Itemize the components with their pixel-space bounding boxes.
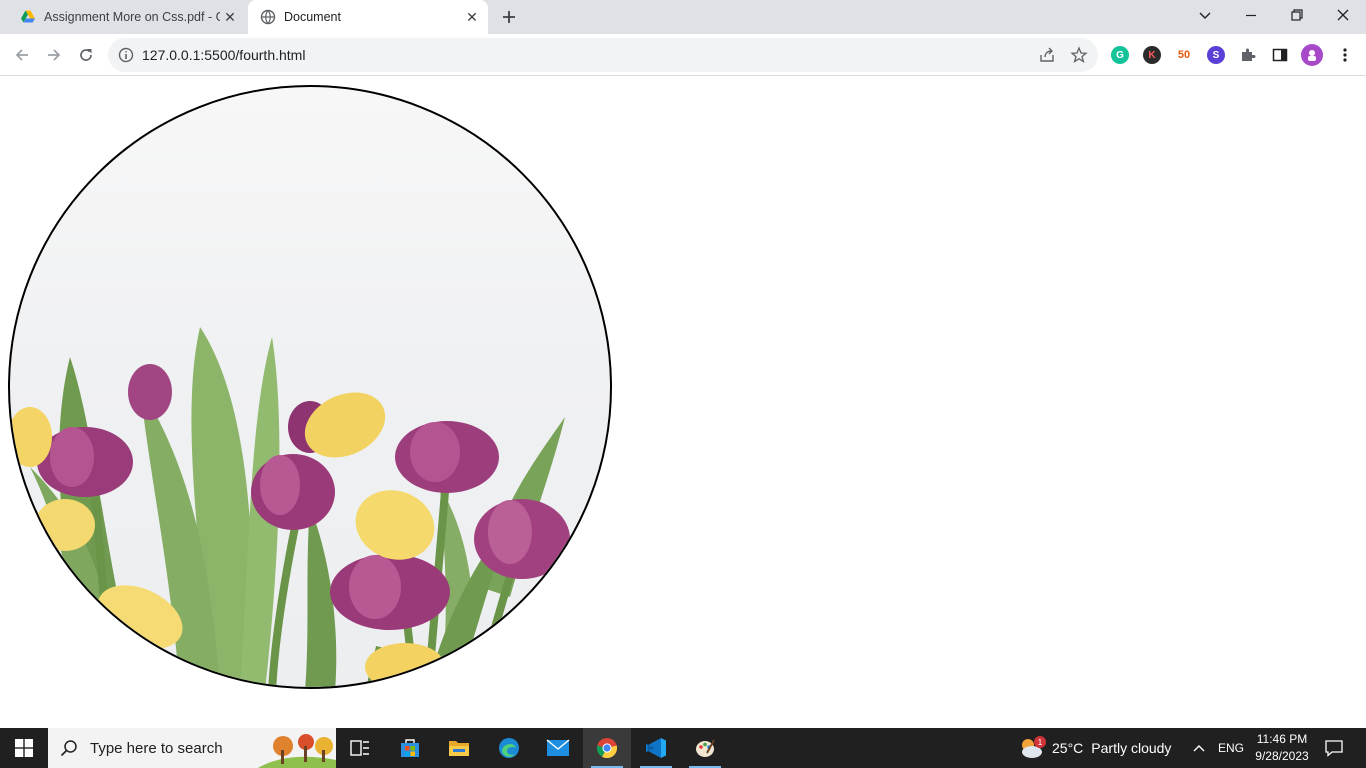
tab-search-button[interactable]: [1182, 0, 1228, 30]
tab-document[interactable]: Document ✕: [248, 0, 488, 34]
paint-glyph: [696, 739, 715, 757]
tab-title: Document: [284, 10, 341, 24]
vscode-icon[interactable]: [632, 728, 680, 768]
chevron-down-icon: [1199, 12, 1211, 19]
side-panel-icon: [1272, 48, 1288, 62]
page-viewport: [0, 77, 1366, 728]
tab-assignment[interactable]: Assignment More on Css.pdf - G ✕: [8, 0, 246, 34]
language-indicator[interactable]: ENG: [1218, 728, 1244, 768]
close-tab-icon[interactable]: ✕: [220, 7, 240, 27]
search-icon: [60, 740, 77, 757]
info-icon[interactable]: [118, 47, 134, 63]
profile-avatar[interactable]: [1301, 44, 1323, 66]
task-view-glyph: [350, 740, 369, 756]
close-icon: [1337, 9, 1349, 21]
menu-dots-icon[interactable]: [1336, 46, 1354, 64]
taskbar-search-box[interactable]: Type here to search: [48, 728, 336, 768]
clock-date: 9/28/2023: [1255, 749, 1309, 763]
start-button[interactable]: [0, 728, 48, 768]
bookmark-star-icon[interactable]: [1070, 46, 1088, 64]
notification-icon: [1325, 740, 1343, 757]
chrome-icon[interactable]: [583, 728, 631, 768]
grammarly-icon[interactable]: G: [1111, 46, 1129, 64]
sidepanel-icon[interactable]: [1271, 46, 1289, 64]
weather-widget[interactable]: 1 25°C Partly cloudy: [1018, 728, 1171, 768]
kebab-menu-icon: [1343, 48, 1347, 62]
weather-desc: Partly cloudy: [1091, 740, 1172, 756]
tulips-photo: [8, 85, 612, 689]
puzzle-icon[interactable]: [1239, 46, 1257, 64]
reload-button[interactable]: [72, 41, 100, 69]
edge-glyph: [499, 738, 519, 758]
folder-glyph: [449, 741, 469, 756]
minimize-button[interactable]: [1228, 0, 1274, 30]
new-tab-button[interactable]: [498, 6, 520, 28]
arrow-left-icon: [15, 49, 28, 61]
show-hidden-icons-button[interactable]: [1192, 728, 1206, 768]
clock-time: 11:46 PM: [1256, 732, 1308, 746]
restore-icon: [1291, 9, 1303, 21]
browser-toolbar: 127.0.0.1:5500/fourth.html G K 50 S: [0, 34, 1366, 76]
close-tab-icon[interactable]: ✕: [462, 7, 482, 27]
notifications-button[interactable]: [1322, 728, 1346, 768]
language-label: ENG: [1218, 741, 1245, 755]
url-text[interactable]: 127.0.0.1:5500/fourth.html: [142, 47, 305, 63]
tulips-illustration: [10, 327, 570, 687]
restore-button[interactable]: [1274, 0, 1320, 30]
address-bar[interactable]: 127.0.0.1:5500/fourth.html: [108, 38, 1098, 72]
close-window-button[interactable]: [1320, 0, 1366, 30]
search-highlight-image: [258, 728, 336, 768]
chrome-glyph: [596, 738, 618, 759]
task-view-icon[interactable]: [336, 728, 384, 768]
search-placeholder: Type here to search: [90, 739, 223, 757]
share-icon[interactable]: [1038, 46, 1056, 64]
mail-icon[interactable]: [534, 728, 582, 768]
mail-glyph: [546, 739, 570, 756]
vscode-glyph: [646, 738, 666, 758]
forward-button[interactable]: [40, 41, 68, 69]
avatar-icon: [1308, 50, 1316, 61]
microsoft-store-glyph: [401, 739, 419, 757]
tab-title: Assignment More on Css.pdf - G: [44, 10, 220, 24]
paint-icon[interactable]: [681, 728, 729, 768]
extensions-puzzle-icon: [1242, 48, 1256, 61]
plus-icon: [503, 11, 515, 23]
k-extension-icon[interactable]: K: [1143, 46, 1161, 64]
s-extension-icon[interactable]: S: [1207, 46, 1225, 64]
store-icon[interactable]: [386, 728, 434, 768]
chevron-up-icon: [1193, 745, 1205, 752]
weather-badge: 1: [1034, 736, 1046, 748]
file-explorer-icon[interactable]: [435, 728, 483, 768]
edge-icon[interactable]: [485, 728, 533, 768]
50-extension-icon[interactable]: 50: [1175, 46, 1193, 64]
reload-icon: [80, 49, 92, 61]
google-drive-icon: [21, 10, 35, 23]
weather-temp: 25°C: [1052, 740, 1084, 756]
clock[interactable]: 11:46 PM 9/28/2023: [1252, 728, 1312, 768]
globe-icon: [260, 9, 276, 25]
windows-taskbar: Type here to search 1 25°C Partly cloudy…: [0, 728, 1366, 768]
windows-logo-icon: [15, 739, 33, 757]
arrow-right-icon: [48, 49, 61, 61]
minimize-icon: [1246, 14, 1256, 17]
back-button[interactable]: [8, 41, 36, 69]
tab-strip: Assignment More on Css.pdf - G ✕ Documen…: [0, 0, 1366, 34]
